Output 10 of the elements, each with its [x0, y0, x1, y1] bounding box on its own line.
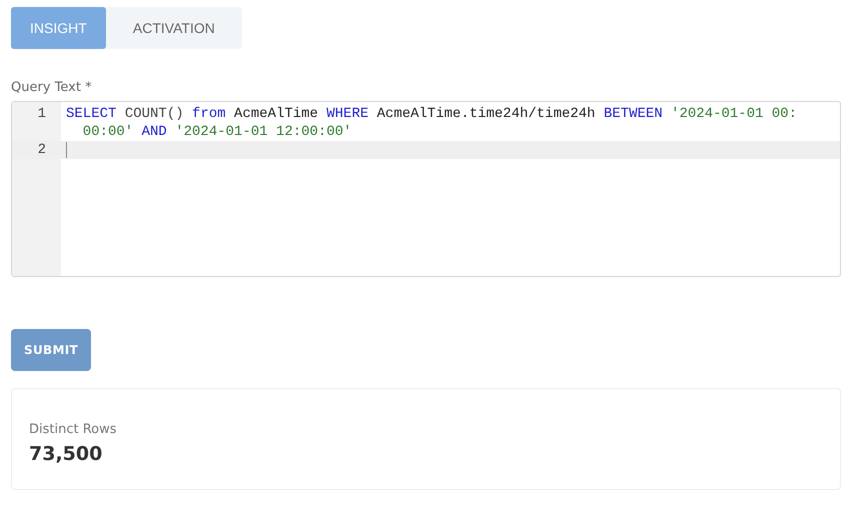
result-value: 73,500 [29, 443, 104, 465]
code-line: SELECT COUNT() from AcmeAlTime WHERE AcmeAlTime.time24h/time24h BETWEEN '2024-01-01 00:00:00' AND '2024-01-01 12:00:00' [66, 105, 798, 141]
line-number: 1 [36, 105, 47, 124]
code-editor[interactable]: 1 SELECT COUNT() from AcmeAlTime WHERE AcmeAlTime.time24h/time24h BETWEEN '2024-01-01 00:00:00' AND '2024-01-01 12:00:00' 2 [11, 101, 841, 277]
result-label: Distinct Rows [29, 422, 118, 437]
field-label: Query Text * [11, 80, 93, 97]
tab[interactable]: ACTIVATION [106, 7, 242, 49]
text-cursor [66, 142, 67, 158]
submit-button[interactable]: SUBMIT [11, 329, 91, 371]
line-number: 2 [36, 141, 47, 159]
